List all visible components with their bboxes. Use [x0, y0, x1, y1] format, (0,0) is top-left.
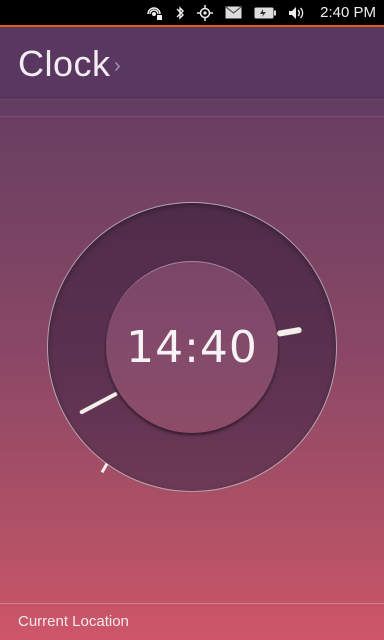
status-icons: 2:40 PM [147, 0, 376, 25]
chevron-right-icon[interactable]: › [114, 55, 121, 78]
header-divider [0, 97, 384, 117]
battery-icon[interactable] [254, 7, 277, 19]
status-time[interactable]: 2:40 PM [320, 4, 376, 21]
page-title: Clock [18, 43, 111, 84]
bottom-bar[interactable]: Current Location [0, 603, 384, 640]
second-hand [100, 462, 109, 474]
status-bar: 2:40 PM [0, 0, 384, 27]
current-location-label[interactable]: Current Location [18, 613, 129, 630]
header: Clock › [0, 27, 384, 97]
volume-icon[interactable] [288, 6, 306, 20]
location-icon[interactable] [197, 4, 214, 21]
digital-time: 14:40 [126, 322, 258, 373]
hotspot-icon[interactable] [147, 5, 163, 21]
messages-icon[interactable] [225, 6, 242, 19]
bluetooth-icon[interactable] [175, 5, 185, 21]
